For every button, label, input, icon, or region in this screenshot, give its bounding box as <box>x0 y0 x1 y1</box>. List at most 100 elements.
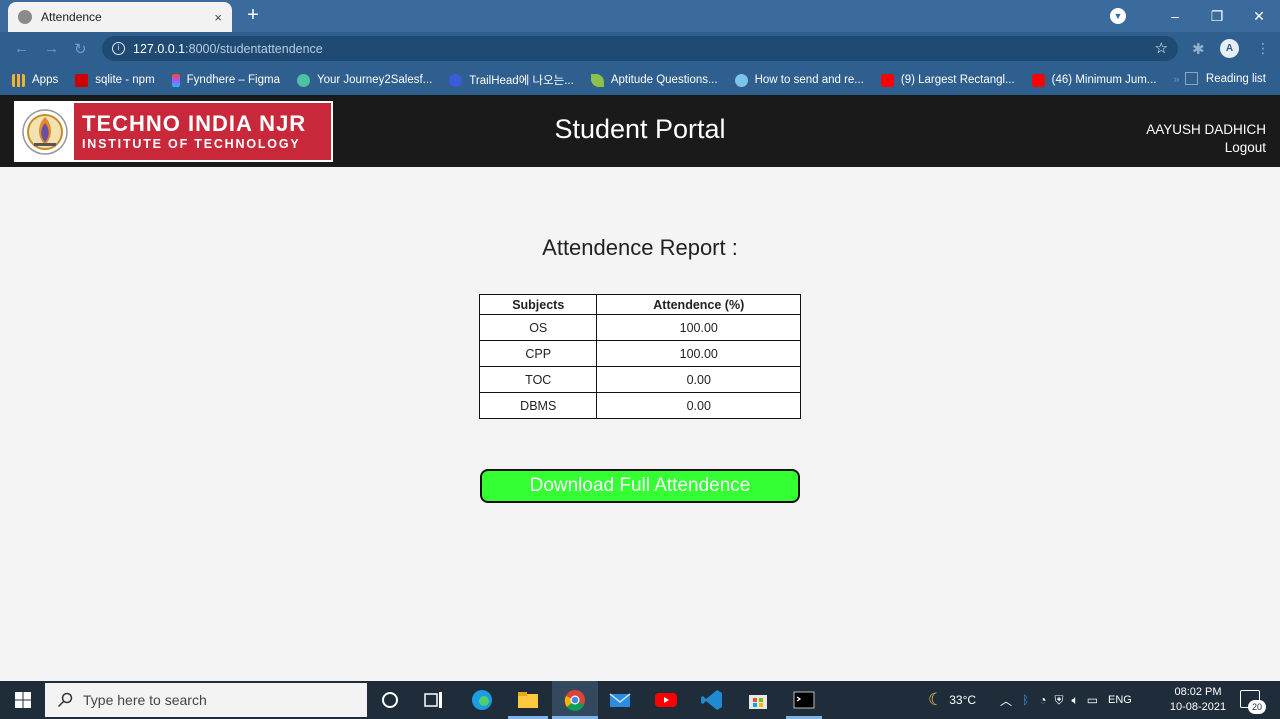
bookmark-sqlite-npm[interactable]: sqlite - npm <box>75 73 155 87</box>
bookmark-label: Aptitude Questions... <box>610 74 718 86</box>
table-row: CPP 100.00 <box>478 340 801 367</box>
wifi-icon[interactable]: ◔ <box>1039 693 1046 707</box>
bookmark-label: Apps <box>32 74 59 86</box>
subject-cell: TOC <box>478 366 598 393</box>
trailhead-icon <box>296 73 310 87</box>
attendance-cell: 100.00 <box>596 314 801 341</box>
forward-icon[interactable]: → <box>44 40 59 57</box>
bookmark-star-icon[interactable]: ☆ <box>1155 39 1168 57</box>
taskbar-search-box[interactable]: Type here to search <box>45 683 367 717</box>
weather-moon-icon: ☾ <box>928 690 944 709</box>
attendance-cell: 0.00 <box>596 392 801 419</box>
youtube-icon <box>1031 73 1045 87</box>
language-indicator[interactable]: ENG <box>1108 694 1132 706</box>
browser-tab-strip: Attendence × + ▼ – ❐ ✕ <box>0 0 1280 32</box>
table-row: TOC 0.00 <box>478 366 801 393</box>
reading-list-button[interactable]: Reading list <box>1184 72 1266 85</box>
taskbar-clock[interactable]: 08:02 PM 10-08-2021 <box>1168 685 1228 715</box>
weather-widget[interactable]: ☾ 33°C <box>928 681 976 719</box>
bookmark-trailhead[interactable]: TrailHead에 나오는... <box>449 72 574 88</box>
bookmark-label: (9) Largest Rectangl... <box>900 74 1015 86</box>
globe-icon <box>449 73 463 87</box>
site-icon <box>734 73 748 87</box>
bookmark-minimum-jumps[interactable]: (46) Minimum Jum... <box>1031 73 1157 87</box>
bookmark-label: sqlite - npm <box>95 74 155 86</box>
reading-list-label: Reading list <box>1205 72 1266 85</box>
vscode-icon[interactable] <box>700 688 724 712</box>
site-info-icon[interactable]: i <box>112 42 125 55</box>
window-controls: ▼ – ❐ ✕ <box>1110 0 1280 32</box>
youtube-app-icon[interactable] <box>654 688 678 712</box>
start-button[interactable] <box>0 681 45 719</box>
figma-icon <box>171 73 180 87</box>
attendance-cell: 100.00 <box>596 340 801 367</box>
bookmark-label: How to send and re... <box>754 74 864 86</box>
profile-avatar[interactable]: A <box>1220 39 1239 58</box>
bookmark-label: (46) Minimum Jum... <box>1051 74 1157 86</box>
table-row: OS 100.00 <box>478 314 801 341</box>
windows-taskbar: Type here to search ☾ 33°C ︿ ᛒ ◔ ⛨ 🔈︎ ▭ … <box>0 681 1280 719</box>
minimize-button[interactable]: – <box>1154 8 1196 24</box>
search-placeholder: Type here to search <box>83 692 207 708</box>
new-tab-button[interactable]: + <box>242 5 264 27</box>
browser-menu-icon[interactable]: ⋮ <box>1256 40 1270 57</box>
youtube-icon <box>880 73 894 87</box>
volume-icon[interactable]: 🔈︎ <box>1071 693 1078 708</box>
logo-line2: INSTITUTE OF TECHNOLOGY <box>82 136 301 151</box>
subject-cell: DBMS <box>478 392 598 419</box>
search-icon <box>57 692 73 708</box>
chrome-icon[interactable] <box>563 688 587 712</box>
cortana-icon[interactable] <box>378 688 402 712</box>
subject-cell: OS <box>478 314 598 341</box>
reload-icon[interactable]: ↻ <box>74 40 87 58</box>
restore-button[interactable]: ❐ <box>1196 8 1238 25</box>
bluetooth-icon[interactable]: ᛒ <box>1022 693 1029 707</box>
tab-search-icon[interactable]: ▼ <box>1110 8 1126 24</box>
bookmark-journey2salesforce[interactable]: Your Journey2Salesf... <box>296 73 432 87</box>
globe-icon <box>18 10 32 24</box>
browser-toolbar: ← → ↻ i 127.0.0.1:8000/studentattendence… <box>0 32 1280 65</box>
task-view-icon[interactable] <box>422 688 446 712</box>
notification-count-badge: 20 <box>1248 700 1266 714</box>
attendance-table: Subjects Attendence (%) OS 100.00 CPP 10… <box>478 294 801 419</box>
clock-time: 08:02 PM <box>1174 686 1222 698</box>
file-explorer-icon[interactable] <box>516 688 540 712</box>
edge-browser-icon[interactable] <box>470 688 494 712</box>
bookmark-label: Fyndhere – Figma <box>186 74 280 86</box>
bookmark-apps[interactable]: Apps <box>12 73 59 87</box>
address-bar[interactable]: i 127.0.0.1:8000/studentattendence ☆ <box>102 36 1178 61</box>
url-path: :8000/studentattendence <box>185 41 323 56</box>
logout-link[interactable]: Logout <box>1225 140 1266 155</box>
bookmark-aptitude[interactable]: Aptitude Questions... <box>590 73 718 87</box>
download-full-attendance-button[interactable]: Download Full Attendence <box>480 469 800 503</box>
college-emblem-icon <box>16 103 74 160</box>
logo-line1: TECHNO INDIA NJR <box>82 110 307 136</box>
bookmark-how-to-send[interactable]: How to send and re... <box>734 73 864 87</box>
reading-list-icon <box>1184 72 1198 85</box>
windows-logo-icon <box>14 692 31 708</box>
extensions-icon[interactable]: ✱ <box>1192 40 1205 58</box>
bookmark-largest-rectangle[interactable]: (9) Largest Rectangl... <box>880 73 1015 87</box>
apps-grid-icon <box>12 73 25 87</box>
back-icon[interactable]: ← <box>14 40 29 57</box>
user-name: AAYUSH DADHICH <box>1146 122 1266 137</box>
store-icon[interactable] <box>746 688 770 712</box>
tab-title: Attendence <box>41 10 102 24</box>
close-tab-icon[interactable]: × <box>214 10 222 25</box>
security-shield-icon[interactable]: ⛨ <box>1054 693 1063 708</box>
mail-icon[interactable] <box>608 688 632 712</box>
terminal-icon[interactable] <box>792 688 816 712</box>
battery-icon[interactable]: ▭ <box>1087 693 1098 707</box>
browser-tab-attendence[interactable]: Attendence × <box>8 2 232 32</box>
bookmark-overflow-button[interactable]: » <box>1173 74 1179 86</box>
college-logo[interactable]: TECHNO INDIA NJR INSTITUTE OF TECHNOLOGY <box>14 101 333 162</box>
leaf-icon <box>590 73 604 87</box>
bookmark-label: TrailHead에 나오는... <box>469 75 574 87</box>
table-row: DBMS 0.00 <box>478 392 801 419</box>
close-window-button[interactable]: ✕ <box>1238 8 1280 25</box>
table-header-row: Subjects Attendence (%) <box>478 294 801 315</box>
show-hidden-icons-icon[interactable]: ︿ <box>1000 692 1012 709</box>
bookmark-fyndhere-figma[interactable]: Fyndhere – Figma <box>171 73 280 87</box>
bookmarks-bar: Apps sqlite - npm Fyndhere – Figma Your … <box>0 65 1280 95</box>
npm-icon <box>75 73 89 87</box>
